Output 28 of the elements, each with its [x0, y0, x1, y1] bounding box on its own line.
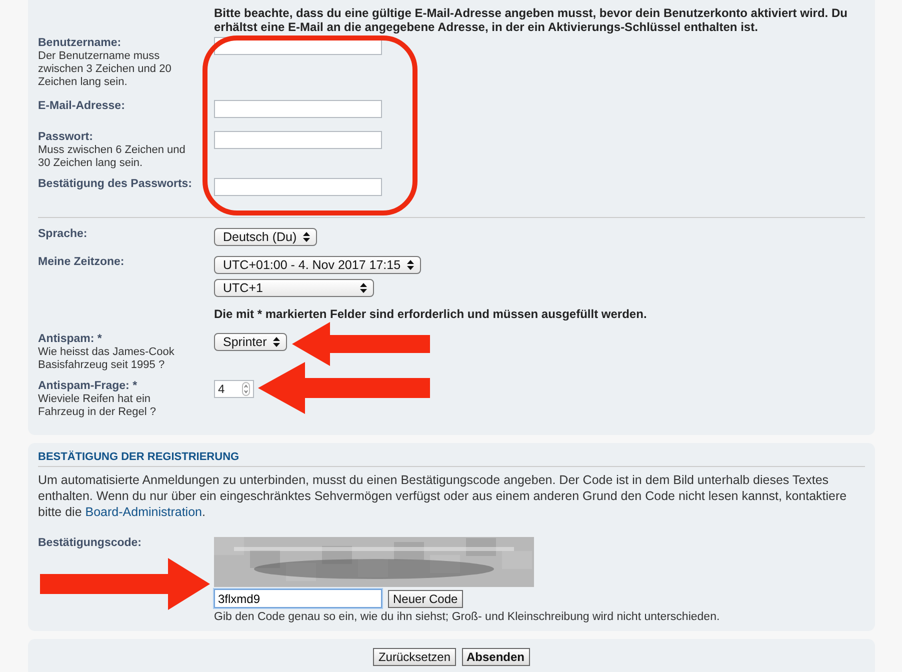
field-label: Sprache: [38, 228, 88, 241]
field-label: Meine Zeitzone: [38, 256, 126, 269]
reset-button[interactable]: Zurücksetzen [373, 648, 456, 666]
field-hint: Muss zwischen 6 Zeichen und 30 Zeichen lang sein. [38, 144, 186, 170]
field-label: Passwort: [38, 131, 94, 144]
dropdown[interactable]: UTC+1 [214, 279, 374, 297]
info-text: Um automatisierte Anmeldungen zu unterbinden, musst du einen Bestätigungscode angeben. Der Code ist in dem Bild unterhalb dieses Textes enthalten. Wenn du nur über ein eingeschränktes Sehvermögen verfügst oder aus einem anderen Grund den Code nicht lesen kannst, kontaktiere bitte die Board-Administration. [38, 472, 848, 520]
field-label: Antispam: * [38, 333, 103, 346]
dropdown[interactable]: Deutsch (Du) [214, 228, 317, 246]
field-label: Benutzername: [38, 37, 122, 50]
notice-text: Bitte beachte, dass du eine gültige E-Mail-Adresse angeben musst, bevor dein Benutzerkonto aktiviert wird. Du erhältst eine E-Mail an die angegebene Adresse, in der ein Aktivierungs-Schlüssel enthalten ist. [214, 6, 848, 34]
admin-link[interactable]: Board-Administration [85, 505, 202, 519]
code-hint: Gib den Code genau so ein, wie du ihn siehst; Groß- und Kleinschreibung wird nicht unterschieden. [214, 611, 721, 623]
new-code-button[interactable]: Neuer Code [388, 590, 463, 608]
number-field[interactable]: 4 [214, 380, 254, 398]
dropdown[interactable]: UTC+01:00 - 4. Nov 2017 17:15 [214, 256, 421, 274]
field-hint: Wieviele Reifen hat ein Fahrzeug in der Regel ? [38, 393, 158, 419]
field-hint: Der Benutzername muss zwischen 3 Zeichen und 20 Zeichen lang sein. [38, 50, 172, 89]
section-heading: BESTÄTIGUNG DER REGISTRIERUNG [38, 451, 865, 467]
field-label: Antispam-Frage: * [38, 380, 138, 393]
field-label: E-Mail-Adresse: [38, 100, 126, 113]
field-label: Bestätigungscode: [38, 537, 143, 550]
field-hint: Wie heisst das James-Cook Basisfahrzeug seit 1995 ? [38, 346, 176, 372]
code-field[interactable]: 3flxmd9 [214, 589, 382, 608]
field-label: Bestätigung des Passworts: [38, 178, 194, 191]
required-note: Die mit * markierten Felder sind erforderlich und müssen ausgefüllt werden. [214, 307, 648, 321]
submit-button[interactable]: Absenden [462, 648, 530, 666]
dropdown[interactable]: Sprinter [214, 333, 287, 351]
